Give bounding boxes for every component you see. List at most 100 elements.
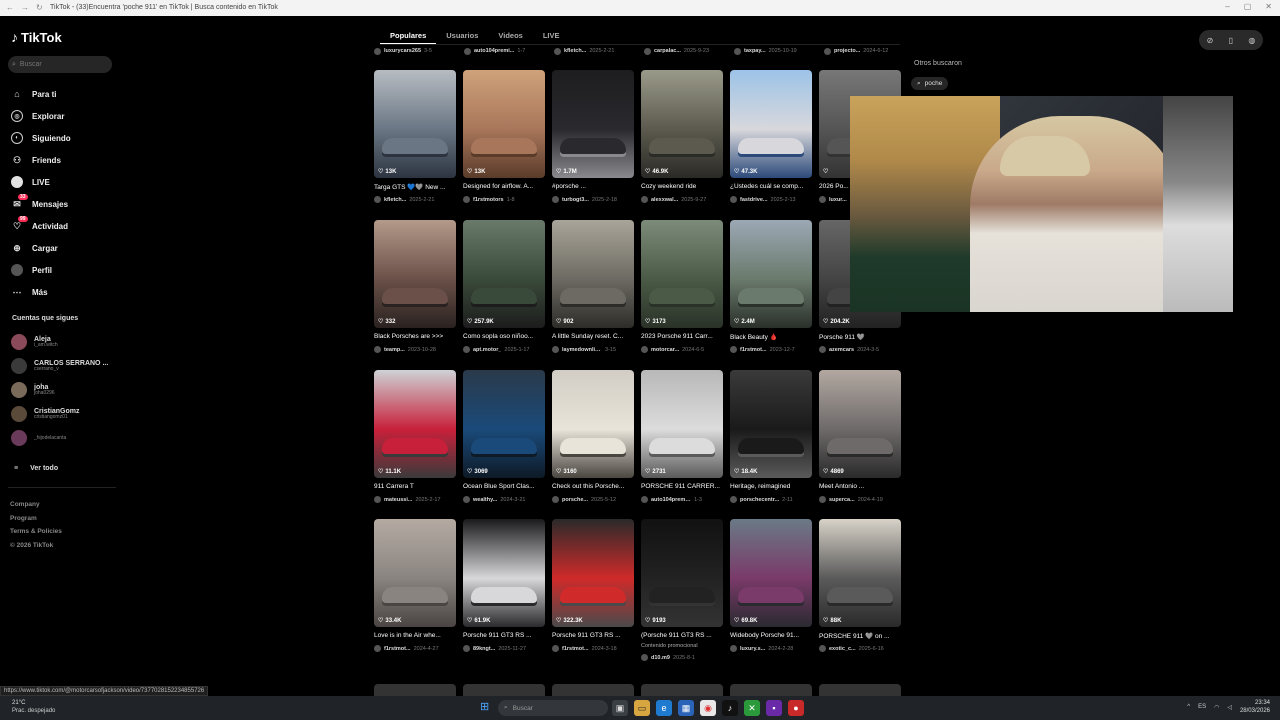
- windows-start-icon[interactable]: ⊞: [480, 701, 492, 713]
- video-caption[interactable]: PORSCHE 911 🩶 on ...: [819, 632, 901, 641]
- video-byline[interactable]: porschecentr... 2-11: [730, 495, 812, 504]
- edge-icon[interactable]: e: [656, 700, 672, 716]
- footer-link-program[interactable]: Program: [10, 512, 62, 526]
- task-view-icon[interactable]: ▣: [612, 700, 628, 716]
- following-account[interactable]: CARLOS SERRANO ... cserrano_v: [11, 354, 108, 378]
- video-thumbnail[interactable]: ♡ 322.3K: [552, 519, 634, 627]
- profile-avatar-icon[interactable]: ◍: [1248, 36, 1255, 45]
- video-caption[interactable]: Designed for airflow. A...: [463, 183, 545, 192]
- video-thumb-peek[interactable]: [641, 684, 723, 696]
- video-byline[interactable]: auto104premi... 1-7: [464, 46, 553, 56]
- forward-icon[interactable]: →: [21, 3, 29, 12]
- video-thumbnail[interactable]: ♡ 18.4K: [730, 370, 812, 478]
- video-byline[interactable]: f1rstmotors 1-8: [463, 195, 545, 204]
- language-indicator[interactable]: ES: [1198, 704, 1206, 710]
- video-thumbnail[interactable]: ♡ 11.1K: [374, 370, 456, 478]
- video-card[interactable]: ♡ 1.7M #porsche ... turbogt3... 2025-2-18: [552, 70, 634, 204]
- video-caption[interactable]: Widebody Porsche 91...: [730, 632, 812, 641]
- following-account[interactable]: _hijodelacanta: [11, 426, 108, 450]
- video-thumbnail[interactable]: ♡ 3173: [641, 220, 723, 328]
- video-card[interactable]: ♡ 18.4K Heritage, reimagined porschecentr..…: [730, 370, 812, 504]
- search-box[interactable]: ⌕: [8, 56, 112, 73]
- video-card[interactable]: ♡ 3069 Ocean Blue Sport Clas... wealthy... 2…: [463, 370, 545, 504]
- tab-live[interactable]: LIVE: [533, 28, 570, 44]
- sidebar-item-actividad[interactable]: ♡ 99 Actividad: [11, 215, 71, 237]
- video-thumbnail[interactable]: ♡ 257.9K: [463, 220, 545, 328]
- video-thumb-peek[interactable]: [819, 684, 901, 696]
- video-caption[interactable]: Love is in the Air whe...: [374, 632, 456, 641]
- video-byline[interactable]: mateussi... 2025-2-17: [374, 495, 456, 504]
- video-card[interactable]: ♡ 4869 Meet Antonio ... superca... 2024-4-19: [819, 370, 901, 504]
- video-thumbnail[interactable]: ♡ 13K: [374, 70, 456, 178]
- video-card[interactable]: ♡ 3173 2023 Porsche 911 Carr... motorcar...…: [641, 220, 723, 354]
- file-explorer-icon[interactable]: ▭: [634, 700, 650, 716]
- sidebar-item-para-ti[interactable]: ⌂ Para ti: [11, 83, 71, 105]
- sidebar-item-cargar[interactable]: ⊕ Cargar: [11, 237, 71, 259]
- video-byline[interactable]: superca... 2024-4-19: [819, 495, 901, 504]
- video-caption[interactable]: Meet Antonio ...: [819, 483, 901, 492]
- sidebar-item-más[interactable]: ⋯ Más: [11, 281, 71, 303]
- video-byline[interactable]: kfletch... 2025-2-21: [554, 46, 643, 56]
- video-caption[interactable]: Cozy weekend ride: [641, 183, 723, 192]
- video-card[interactable]: ♡ 33.4K Love is in the Air whe... f1rstmot.…: [374, 519, 456, 653]
- video-caption[interactable]: #porsche ...: [552, 183, 634, 192]
- video-thumb-peek[interactable]: [552, 684, 634, 696]
- video-byline[interactable]: carpalac... 2025-9-23: [644, 46, 733, 56]
- video-thumbnail[interactable]: ♡ 3160: [552, 370, 634, 478]
- video-byline[interactable]: luxurycars265 3-5: [374, 46, 463, 56]
- wifi-icon[interactable]: ◠: [1214, 704, 1219, 711]
- video-thumbnail[interactable]: ♡ 4869: [819, 370, 901, 478]
- video-caption[interactable]: Check out this Porsche...: [552, 483, 634, 492]
- chrome-icon[interactable]: ◉: [700, 700, 716, 716]
- video-byline[interactable]: luxury.s... 2024-2-28: [730, 644, 812, 653]
- video-thumbnail[interactable]: ♡ 332: [374, 220, 456, 328]
- video-card[interactable]: ♡ 61.9K Porsche 911 GT3 RS ... 89kngt... 202…: [463, 519, 545, 653]
- minimize-icon[interactable]: –: [1225, 2, 1229, 11]
- video-card[interactable]: ♡ 332 Black Porsches are >>> teamp... 2023-1…: [374, 220, 456, 354]
- app-icon[interactable]: ●: [788, 700, 804, 716]
- video-thumb-peek[interactable]: [374, 684, 456, 696]
- following-account[interactable]: CristianGomz cristiangomz01: [11, 402, 108, 426]
- video-card[interactable]: ♡ 257.9K Como sopla oso niñoo... apt.motor_…: [463, 220, 545, 354]
- video-byline[interactable]: f1rstmot... 2023-12-7: [730, 345, 812, 354]
- taskbar-search[interactable]: ⌕ Buscar: [498, 700, 608, 716]
- video-caption[interactable]: Heritage, reimagined: [730, 483, 812, 492]
- video-caption[interactable]: Ocean Blue Sport Clas...: [463, 483, 545, 492]
- video-byline[interactable]: kfletch... 2025-2-21: [374, 195, 456, 204]
- video-byline[interactable]: f1rstmot... 2024-3-18: [552, 644, 634, 653]
- video-byline[interactable]: auto104premi... 1-3: [641, 495, 723, 504]
- video-byline[interactable]: apt.motor_ 2025-1-17: [463, 345, 545, 354]
- chevron-up-icon[interactable]: ^: [1187, 704, 1190, 710]
- video-byline[interactable]: porsche... 2025-5-12: [552, 495, 634, 504]
- obs-icon[interactable]: ▪: [766, 700, 782, 716]
- video-card[interactable]: ♡ 322.3K Porsche 911 GT3 RS ... f1rstmot...…: [552, 519, 634, 653]
- video-card[interactable]: ♡ 2731 PORSCHE 911 CARRER... auto104premi..…: [641, 370, 723, 504]
- video-card[interactable]: ♡ 3160 Check out this Porsche... porsche...…: [552, 370, 634, 504]
- video-byline[interactable]: motorcar... 2024-6-5: [641, 345, 723, 354]
- back-icon[interactable]: ←: [6, 3, 14, 12]
- video-byline[interactable]: d10.m9 2025-8-1: [641, 653, 723, 662]
- store-icon[interactable]: ▦: [678, 700, 694, 716]
- tab-populares[interactable]: Populares: [380, 28, 437, 44]
- video-caption[interactable]: (Porsche 911 GT3 RS ...: [641, 632, 723, 641]
- video-caption[interactable]: Porsche 911 GT3 RS ...: [463, 632, 545, 641]
- video-card[interactable]: ♡ 46.9K Cozy weekend ride alexxwal... 2025-9…: [641, 70, 723, 204]
- sidebar-item-friends[interactable]: ⚇ Friends: [11, 149, 71, 171]
- video-caption[interactable]: Porsche 911 GT3 RS ...: [552, 632, 634, 641]
- video-thumbnail[interactable]: ♡ 3069: [463, 370, 545, 478]
- tab-usuarios[interactable]: Usuarios: [436, 28, 488, 44]
- video-byline[interactable]: taxpay... 2025-10-19: [734, 46, 823, 56]
- video-thumbnail[interactable]: ♡ 2731: [641, 370, 723, 478]
- tiktok-logo[interactable]: ♪ TikTok: [11, 29, 62, 45]
- maximize-icon[interactable]: ▢: [1244, 2, 1252, 11]
- footer-link-terms[interactable]: Terms & Policies: [10, 525, 62, 539]
- video-byline[interactable]: wealthy... 2024-3-21: [463, 495, 545, 504]
- video-thumb-peek[interactable]: [730, 684, 812, 696]
- video-thumb-peek[interactable]: [463, 684, 545, 696]
- video-thumbnail[interactable]: ♡ 47.3K: [730, 70, 812, 178]
- footer-link-company[interactable]: Company: [10, 498, 62, 512]
- search-input[interactable]: [19, 61, 100, 68]
- video-card[interactable]: ♡ 11.1K 911 Carrera T mateussi... 2025-2-17: [374, 370, 456, 504]
- video-byline[interactable]: azemcars 2024-3-5: [819, 345, 901, 354]
- video-card[interactable]: ♡ 13K Targa GTS 💙🩶 New ... kfletch... 2025-2…: [374, 70, 456, 204]
